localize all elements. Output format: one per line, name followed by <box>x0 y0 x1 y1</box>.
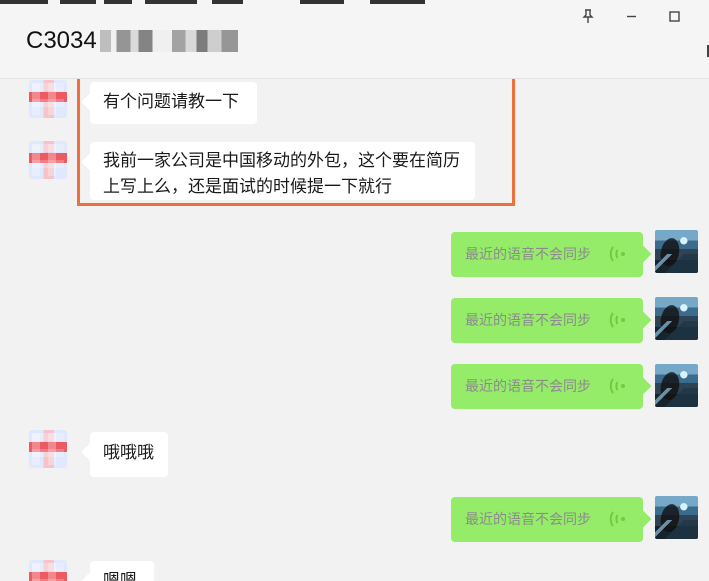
message-text: 我前一家公司是中国移动的外包，这个要在简历上写上么，还是面试的时候提一下就行 <box>103 151 460 197</box>
window-controls <box>579 7 683 25</box>
sender-avatar[interactable] <box>29 80 67 118</box>
incoming-message[interactable]: 嗯嗯 <box>90 561 154 581</box>
voice-wave-icon <box>609 510 629 528</box>
incoming-message[interactable]: 我前一家公司是中国移动的外包，这个要在简历上写上么，还是面试的时候提一下就行 <box>90 142 475 200</box>
voice-status-text: 最近的语音不会同步 <box>465 379 591 395</box>
my-avatar[interactable] <box>655 230 698 273</box>
my-avatar[interactable] <box>655 364 698 407</box>
voice-wave-icon <box>609 377 629 395</box>
message-text: 哦哦哦 <box>103 443 154 463</box>
voice-message[interactable]: 最近的语音不会同步 <box>451 298 643 343</box>
my-avatar[interactable] <box>655 297 698 340</box>
voice-message[interactable]: 最近的语音不会同步 <box>451 497 643 542</box>
maximize-icon[interactable] <box>665 7 683 25</box>
message-text: 有个问题请教一下 <box>103 92 239 112</box>
incoming-message[interactable]: 有个问题请教一下 <box>90 82 257 124</box>
voice-message[interactable]: 最近的语音不会同步 <box>451 364 643 409</box>
cropped-top-ink <box>0 0 460 5</box>
voice-status-text: 最近的语音不会同步 <box>465 247 591 263</box>
voice-status-text: 最近的语音不会同步 <box>465 512 591 528</box>
chat-window-header: C3034 <box>0 0 709 79</box>
pin-icon[interactable] <box>579 7 597 25</box>
voice-message[interactable]: 最近的语音不会同步 <box>451 232 643 277</box>
redacted-contact-name <box>99 30 238 52</box>
message-text: 嗯嗯 <box>103 571 137 581</box>
sender-avatar[interactable] <box>29 560 67 581</box>
my-avatar[interactable] <box>655 496 698 539</box>
chat-message-area[interactable]: 有个问题请教一下 我前一家公司是中国移动的外包，这个要在简历上写上么，还是面试的… <box>0 79 709 581</box>
contact-title-text: C3034 <box>26 27 97 54</box>
voice-wave-icon <box>609 245 629 263</box>
sender-avatar[interactable] <box>29 430 67 468</box>
sender-avatar[interactable] <box>29 141 67 179</box>
voice-wave-icon <box>609 311 629 329</box>
incoming-message[interactable]: 哦哦哦 <box>90 432 168 477</box>
chat-title: C3034 <box>26 24 238 58</box>
minimize-icon[interactable] <box>622 7 640 25</box>
voice-status-text: 最近的语音不会同步 <box>465 313 591 329</box>
